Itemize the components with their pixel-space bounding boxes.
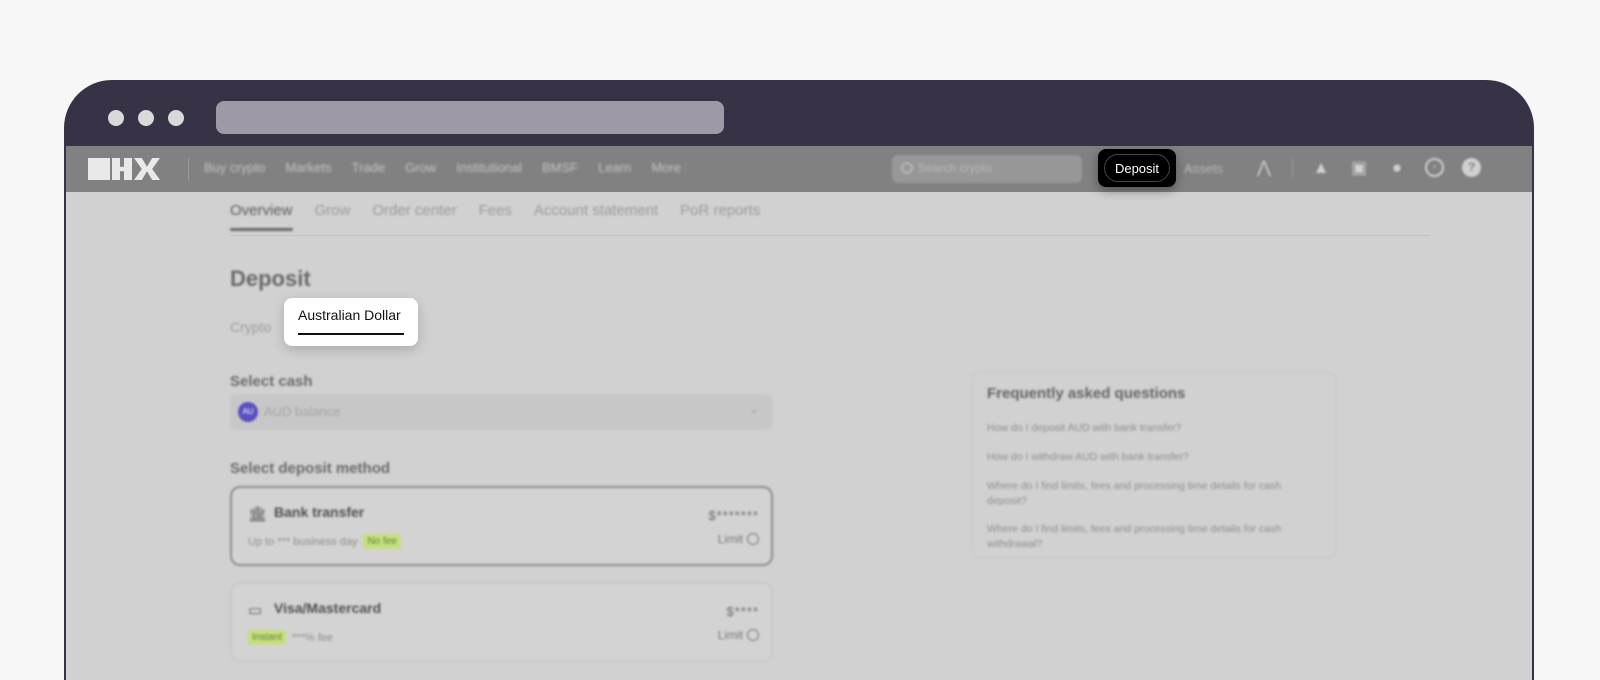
tab-overview[interactable]: Overview (230, 202, 293, 231)
subtab-crypto[interactable]: Crypto (230, 319, 271, 335)
faq-panel: Frequently asked questions How do I depo… (972, 372, 1336, 558)
window-controls (108, 110, 184, 126)
tab-por-reports[interactable]: PoR reports (680, 202, 760, 231)
tab-account-statement[interactable]: Account statement (534, 202, 658, 231)
profile-icon[interactable]: ⋀ (1254, 158, 1274, 178)
nav-link-more[interactable]: More (651, 160, 681, 175)
deposit-button[interactable]: Deposit (1104, 154, 1170, 182)
window-dot[interactable] (138, 110, 154, 126)
info-icon[interactable] (747, 629, 759, 641)
tab-grow[interactable]: Grow (315, 202, 351, 231)
page-title: Deposit (230, 266, 311, 291)
nav-link-grow[interactable]: Grow (405, 160, 436, 175)
top-nav: Buy crypto Markets Trade Grow Institutio… (66, 146, 1532, 192)
download-icon[interactable]: ▲ (1311, 158, 1331, 178)
subtab-underline (298, 333, 404, 335)
nav-link-institutional[interactable]: Institutional (456, 160, 522, 175)
nav-link-learn[interactable]: Learn (598, 160, 631, 175)
nav-link-trade[interactable]: Trade (352, 160, 385, 175)
bank-icon: 🏛 (248, 506, 268, 523)
method-name: Visa/Mastercard (274, 600, 382, 616)
search-placeholder: Search crypto (918, 161, 993, 175)
info-icon[interactable] (747, 533, 759, 545)
deposit-method-label: Select deposit method (230, 460, 391, 477)
card-icon: ▭ (248, 602, 263, 619)
search-icon (901, 162, 913, 174)
method-fee: ***% fee (292, 631, 334, 644)
search-input[interactable]: Search crypto (892, 155, 1082, 183)
nav-link-bmsf[interactable]: BMSF (542, 160, 578, 175)
nav-icons: ⋀ ▲ ▣ ● ◦ ? (1254, 158, 1481, 178)
tab-order-center[interactable]: Order center (372, 202, 456, 231)
notification-icon[interactable]: ● (1387, 158, 1407, 178)
method-value: $******* (708, 508, 759, 523)
page-viewport: Buy crypto Markets Trade Grow Institutio… (66, 146, 1532, 680)
cash-select[interactable]: AU AUD balance ⌄ (230, 394, 773, 430)
select-cash-label: Select cash (230, 373, 313, 390)
tabs-divider (230, 235, 1430, 236)
nav-icon-divider (1292, 158, 1293, 178)
message-icon[interactable]: ▣ (1349, 158, 1369, 178)
account-tabs: Overview Grow Order center Fees Account … (230, 202, 760, 231)
method-time: Up to *** business day (248, 535, 358, 548)
method-visa-mastercard[interactable]: ▭ Visa/Mastercard Instant ***% fee $****… (230, 582, 773, 662)
aud-coin-icon: AU (238, 402, 258, 422)
method-badge: No fee (363, 534, 401, 549)
globe-icon[interactable]: ◦ (1425, 158, 1444, 177)
method-badge: Instant (248, 630, 287, 645)
chevron-down-icon: ⌄ (748, 402, 759, 416)
help-icon[interactable]: ? (1462, 158, 1481, 177)
method-name: Bank transfer (274, 504, 365, 520)
faq-question[interactable]: How do I deposit AUD with bank transfer? (987, 421, 1305, 436)
window-dot[interactable] (108, 110, 124, 126)
method-value: $**** (726, 604, 759, 619)
tab-fees[interactable]: Fees (479, 202, 512, 231)
subtab-aud-label: Australian Dollar (298, 307, 401, 323)
nav-link-buy-crypto[interactable]: Buy crypto (204, 160, 265, 175)
method-bank-transfer[interactable]: 🏛 Bank transfer Up to *** business day N… (230, 486, 773, 566)
nav-divider (188, 158, 189, 180)
browser-window: Buy crypto Markets Trade Grow Institutio… (64, 80, 1534, 680)
faq-question[interactable]: Where do I find limits, fees and process… (987, 479, 1305, 509)
cash-select-value: AUD balance (264, 404, 341, 419)
address-bar[interactable] (216, 101, 724, 134)
method-limit: Limit (718, 628, 759, 642)
nav-links: Buy crypto Markets Trade Grow Institutio… (204, 160, 681, 175)
nav-link-markets[interactable]: Markets (285, 160, 331, 175)
subtab-australian-dollar[interactable]: Australian Dollar (284, 298, 418, 346)
assets-menu[interactable]: Assets (1184, 161, 1223, 176)
window-dot[interactable] (168, 110, 184, 126)
method-limit: Limit (718, 532, 759, 546)
faq-question[interactable]: How do I withdraw AUD with bank transfer… (987, 450, 1305, 465)
faq-title: Frequently asked questions (987, 385, 1186, 402)
faq-question[interactable]: Where do I find limits, fees and process… (987, 522, 1305, 552)
okx-logo[interactable] (88, 158, 160, 180)
